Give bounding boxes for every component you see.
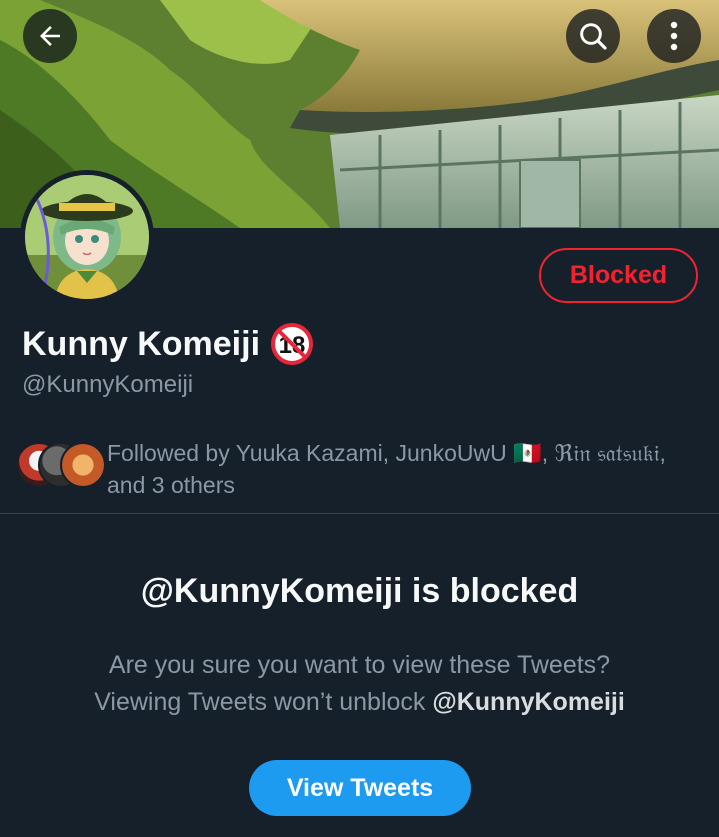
view-tweets-button[interactable]: View Tweets bbox=[249, 760, 471, 816]
avatar-image bbox=[25, 175, 149, 299]
followers-you-know-avatars[interactable] bbox=[16, 442, 106, 488]
follower-avatar bbox=[60, 442, 106, 488]
adult-content-badge-icon: 18 bbox=[271, 323, 314, 365]
more-vertical-icon bbox=[670, 21, 678, 51]
blocked-notice-line1: Are you sure you want to view these Twee… bbox=[108, 651, 611, 679]
followers-you-know-text[interactable]: Followed by Yuuka Kazami, JunkoUwU 🇲🇽, ℜ… bbox=[107, 437, 707, 501]
more-options-button[interactable] bbox=[647, 9, 701, 63]
blocked-button[interactable]: Blocked bbox=[539, 248, 698, 303]
display-name-text: Kunny Komeiji bbox=[22, 324, 261, 363]
search-button[interactable] bbox=[566, 9, 620, 63]
blocked-notice-line2-prefix: Viewing Tweets won’t unblock bbox=[94, 688, 433, 716]
back-button[interactable] bbox=[23, 9, 77, 63]
blocked-notice-line2: Viewing Tweets won’t unblock @KunnyKomei… bbox=[0, 684, 719, 721]
profile-handle: @KunnyKomeiji bbox=[22, 371, 194, 398]
search-icon bbox=[580, 23, 607, 50]
profile-avatar[interactable] bbox=[20, 170, 154, 304]
followed-by-others: and 3 others bbox=[107, 472, 235, 498]
section-divider bbox=[0, 513, 719, 514]
display-name: Kunny Komeiji 18 bbox=[22, 322, 314, 366]
arrow-left-icon bbox=[40, 26, 60, 46]
blocked-notice-title: @KunnyKomeiji is blocked bbox=[140, 572, 579, 610]
followed-by-line: Followed by Yuuka Kazami, JunkoUwU 🇲🇽, ℜ… bbox=[107, 440, 666, 466]
blocked-notice-handle: @KunnyKomeiji bbox=[432, 688, 625, 716]
blocked-notice-description: Are you sure you want to view these Twee… bbox=[0, 647, 719, 721]
